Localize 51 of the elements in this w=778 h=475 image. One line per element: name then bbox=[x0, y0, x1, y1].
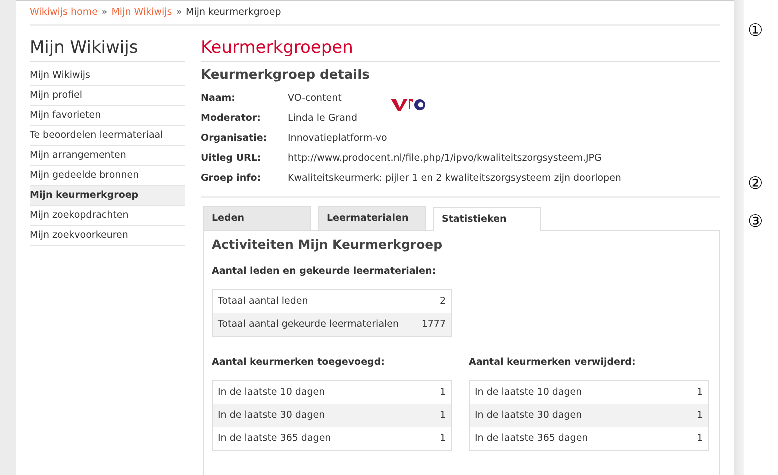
field-label: Moderator: bbox=[201, 113, 261, 124]
callout-number: ① bbox=[748, 20, 763, 41]
table-cell: 1777 bbox=[414, 313, 452, 336]
sidebar-item[interactable]: Mijn Wikiwijs bbox=[30, 66, 185, 86]
table-cell: Totaal aantal leden bbox=[212, 290, 415, 313]
table-cell: In de laatste 10 dagen bbox=[470, 380, 680, 404]
field-label: Naam: bbox=[201, 93, 236, 104]
sidebar-item[interactable]: Mijn arrangementen bbox=[30, 146, 185, 166]
breadcrumb-separator: » bbox=[176, 7, 182, 18]
table-cell: In de laatste 365 dagen bbox=[212, 427, 424, 450]
sidebar-item[interactable]: Te beoordelen leermateriaal bbox=[30, 126, 185, 146]
table-cell: Totaal aantal gekeurde leermaterialen bbox=[212, 313, 415, 336]
tab[interactable]: Statistieken bbox=[433, 207, 541, 231]
field-value: VO-content bbox=[288, 93, 342, 104]
field-value: Linda le Grand bbox=[288, 113, 358, 124]
breadcrumb-current: Mijn keurmerkgroep bbox=[186, 7, 282, 18]
table-cell: 2 bbox=[414, 290, 452, 313]
table-cell: 1 bbox=[680, 380, 708, 404]
callout-number: ③ bbox=[748, 211, 763, 232]
field-label: Groep info: bbox=[201, 173, 262, 184]
table-heading: Aantal keurmerken verwijderd: bbox=[469, 357, 637, 368]
sidebar-item[interactable]: Mijn favorieten bbox=[30, 106, 185, 126]
sidebar-item[interactable]: Mijn zoekvoorkeuren bbox=[30, 226, 185, 246]
field-label: Uitleg URL: bbox=[201, 153, 262, 164]
table-cell: In de laatste 10 dagen bbox=[212, 380, 424, 404]
table-cell: 1 bbox=[423, 427, 452, 450]
table-heading: Aantal leden en gekeurde leermaterialen: bbox=[212, 266, 438, 277]
sidebar-item[interactable]: Mijn keurmerkgroep bbox=[30, 186, 185, 206]
field-value: Kwaliteitskeurmerk: pijler 1 en 2 kwaliteitszorgsysteem zijn doorlopen bbox=[288, 173, 622, 184]
table-cell: 1 bbox=[680, 427, 708, 450]
table-cell: 1 bbox=[423, 380, 452, 404]
page-title: Keurmerkgroepen bbox=[201, 38, 720, 62]
sidebar-item[interactable]: Mijn zoekopdrachten bbox=[30, 206, 185, 226]
table-heading: Aantal keurmerken toegevoegd: bbox=[212, 357, 386, 368]
field-label: Organisatie: bbox=[201, 133, 268, 144]
table-cell: In de laatste 30 dagen bbox=[470, 404, 680, 427]
table-cell: 1 bbox=[423, 404, 452, 427]
breadcrumb-separator: » bbox=[102, 7, 108, 18]
tab[interactable]: Leermaterialen bbox=[318, 206, 426, 230]
section-title: Keurmerkgroep details bbox=[201, 68, 371, 83]
sidebar-item[interactable]: Mijn profiel bbox=[30, 86, 185, 106]
logo-icon bbox=[391, 97, 427, 111]
field-value: http://www.prodocent.nl/file.php/1/ipvo/kwaliteitszorgsysteem.JPG bbox=[288, 153, 602, 164]
callout-number: ② bbox=[748, 173, 763, 194]
stats-title: Activiteiten Mijn Keurmerkgroep bbox=[212, 237, 444, 252]
table-cell: In de laatste 365 dagen bbox=[470, 427, 680, 450]
sidebar-title: Mijn Wikiwijs bbox=[30, 38, 185, 62]
tab[interactable]: Leden bbox=[203, 206, 311, 230]
table-cell: 1 bbox=[680, 404, 708, 427]
table-cell: In de laatste 30 dagen bbox=[212, 404, 424, 427]
field-value: Innovatieplatform-vo bbox=[288, 133, 388, 144]
